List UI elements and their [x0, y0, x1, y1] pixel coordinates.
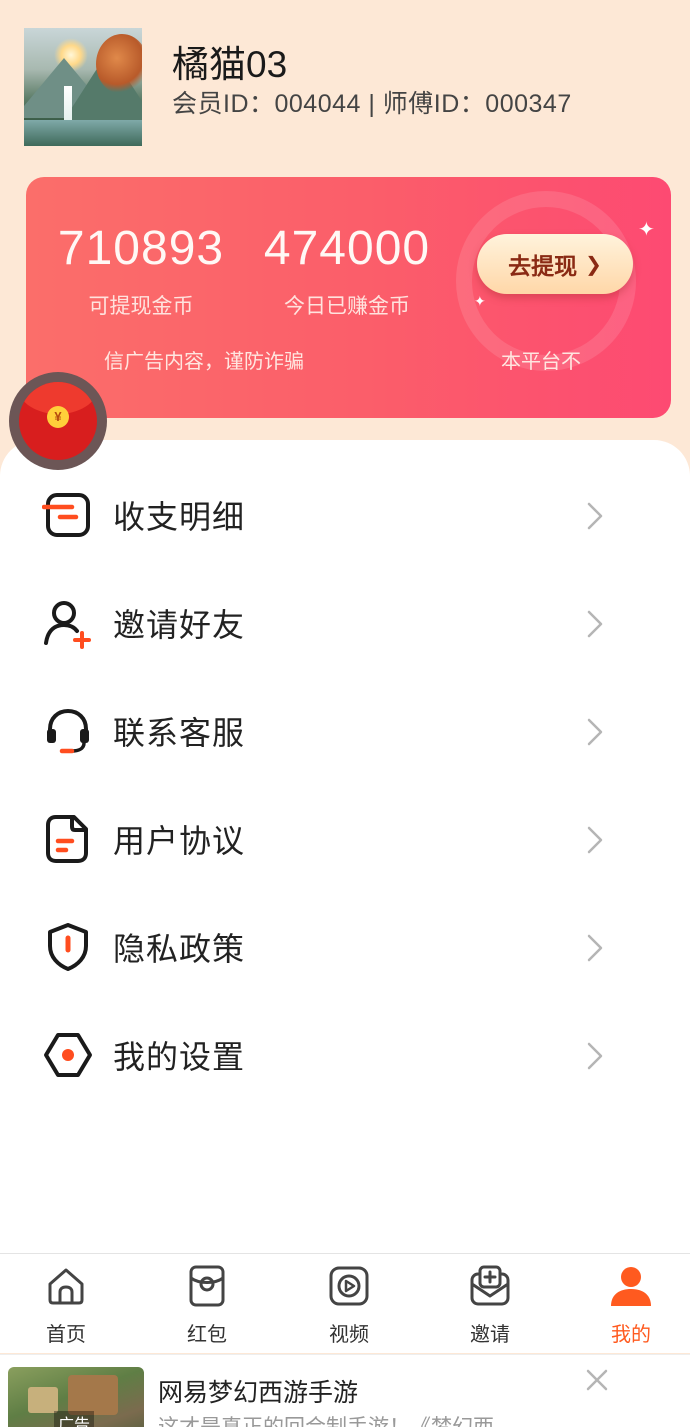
red-packet-icon [189, 1265, 225, 1307]
menu-item-label: 我的设置 [113, 1039, 246, 1075]
tab-label: 我的 [611, 1324, 651, 1346]
notice-marquee-left: 信广告内容，谨防诈骗 [104, 351, 304, 373]
chevron-right-icon [587, 718, 603, 746]
sparkle-icon: ✦ [474, 293, 486, 309]
settings-icon [44, 1033, 92, 1077]
close-icon[interactable] [582, 1365, 612, 1395]
avatar[interactable] [24, 28, 142, 146]
chevron-right-icon [587, 826, 603, 854]
menu-item-label: 联系客服 [113, 715, 246, 751]
bottom-tab-bar: 首页 红包 视频 邀请 我的 [0, 1253, 690, 1353]
add-user-icon [44, 601, 91, 649]
today-earned-value: 474000 [263, 222, 431, 275]
tab-label: 红包 [187, 1324, 227, 1346]
shield-icon [48, 923, 88, 971]
withdraw-button-label: 去提现 [508, 253, 578, 279]
menu-sheet: 收支明细 邀请好友 联系客服 用户协议 隐私政策 我的设置 [0, 440, 690, 1255]
ledger-icon [42, 493, 90, 537]
ad-description: 这才是真正的回合制手游！《梦幻西… [158, 1411, 515, 1427]
menu-item-label: 用户协议 [113, 823, 246, 859]
member-ids: 会员ID：004044 | 师傅ID：000347 [172, 90, 572, 118]
menu-item-privacy-policy[interactable]: 隐私政策 [0, 894, 690, 1002]
chevron-right-icon [587, 502, 603, 530]
coin-card: ✦ ✦ 710893 可提现金币 474000 今日已赚金币 去提现 ❯ 信广告… [26, 177, 671, 418]
username: 橘猫03 [172, 44, 288, 85]
tab-video[interactable]: 视频 [289, 1254, 409, 1354]
withdrawable-coins: 710893 可提现金币 [50, 221, 232, 320]
tab-label: 邀请 [470, 1324, 510, 1346]
tab-label: 视频 [329, 1324, 369, 1346]
ad-tag: 广告 [54, 1411, 95, 1427]
menu-item-customer-service[interactable]: 联系客服 [0, 678, 690, 786]
tab-invite[interactable]: 邀请 [430, 1254, 550, 1354]
withdrawable-coins-value: 710893 [57, 222, 225, 275]
withdraw-button[interactable]: 去提现 ❯ [477, 234, 633, 294]
menu-item-settings[interactable]: 我的设置 [0, 1002, 690, 1110]
notice-marquee-right: 本平台不 [501, 351, 581, 373]
chevron-right-icon [587, 1042, 603, 1070]
user-icon [611, 1267, 651, 1306]
tab-red-packet[interactable]: 红包 [147, 1254, 267, 1354]
invite-icon [470, 1265, 510, 1306]
sparkle-icon: ✦ [638, 219, 655, 241]
chevron-right-icon [587, 934, 603, 962]
tab-home[interactable]: 首页 [6, 1254, 126, 1354]
tab-label: 首页 [46, 1324, 86, 1346]
menu-item-invite-friends[interactable]: 邀请好友 [0, 570, 690, 678]
menu-item-user-agreement[interactable]: 用户协议 [0, 786, 690, 894]
menu-item-label: 收支明细 [113, 499, 246, 535]
red-packet-icon: ¥ [19, 382, 97, 460]
ad-title: 网易梦幻西游手游 [158, 1379, 359, 1407]
today-earned-label: 今日已赚金币 [284, 295, 410, 318]
menu-item-ledger[interactable]: 收支明细 [0, 462, 690, 570]
menu-item-label: 隐私政策 [113, 931, 246, 967]
document-icon [46, 815, 88, 863]
tab-mine[interactable]: 我的 [571, 1254, 690, 1354]
floating-red-packet-button[interactable]: ¥ [9, 372, 107, 470]
ad-banner[interactable]: 广告 网易梦幻西游手游 这才是真正的回合制手游！《梦幻西… [0, 1354, 690, 1427]
chevron-right-icon: ❯ [585, 253, 602, 276]
profile-header: 橘猫03 会员ID：004044 | 师傅ID：000347 [24, 28, 664, 148]
today-earned-coins: 474000 今日已赚金币 [258, 221, 436, 320]
home-icon [48, 1268, 84, 1305]
video-icon [329, 1266, 369, 1306]
menu-item-label: 邀请好友 [113, 607, 246, 643]
headset-icon [47, 708, 89, 754]
ad-thumbnail: 广告 [8, 1367, 144, 1427]
chevron-right-icon [587, 610, 603, 638]
withdrawable-coins-label: 可提现金币 [88, 295, 194, 318]
